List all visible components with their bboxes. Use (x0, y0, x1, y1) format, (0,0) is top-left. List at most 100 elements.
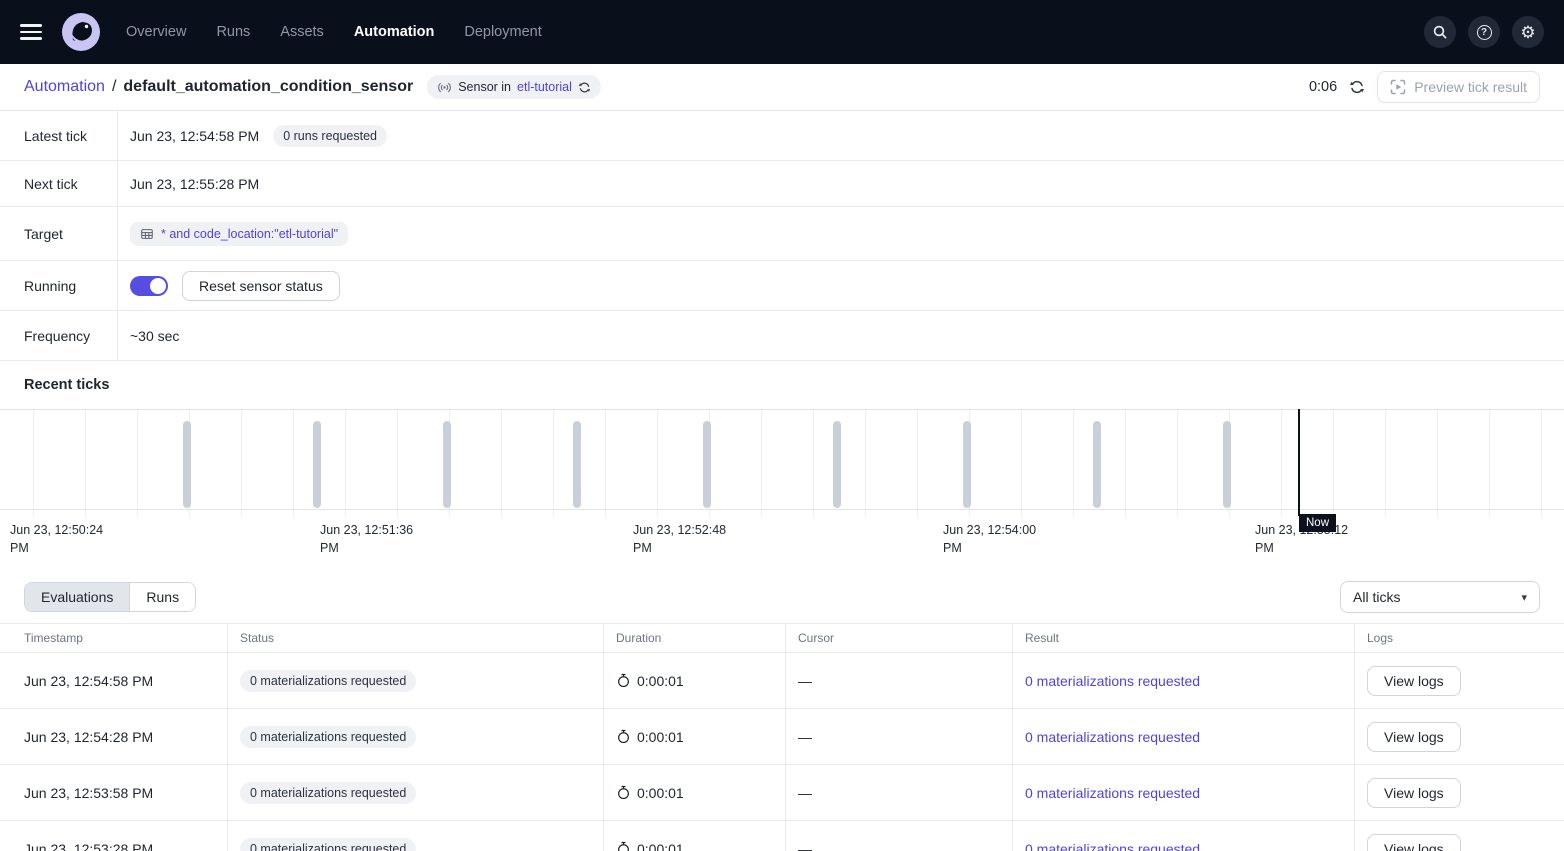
ticks-table: Timestamp Status Duration Cursor Result … (0, 623, 1564, 851)
recent-ticks-timeline: Now Jun 23, 12:50:24 PMJun 23, 12:51:36 … (0, 409, 1564, 557)
timeline-gridline (501, 409, 502, 517)
timeline-gridline (917, 409, 918, 517)
latest-tick-label: Latest tick (0, 111, 118, 160)
table-row: Jun 23, 12:54:58 PM 0 materializations r… (0, 653, 1564, 709)
nav-item-overview[interactable]: Overview (126, 24, 186, 40)
next-tick-value: Jun 23, 12:55:28 PM (130, 176, 259, 192)
sensor-location-badge: Sensor in etl-tutorial (427, 75, 601, 99)
stopwatch-icon (616, 785, 631, 800)
timeline-gridline (605, 409, 606, 517)
timeline-gridline (1333, 409, 1334, 517)
tick-bar[interactable] (443, 421, 451, 508)
timeline-gridline (241, 409, 242, 517)
timeline-gridline (1541, 409, 1542, 517)
breadcrumb-separator: / (112, 78, 116, 96)
target-selection-chip[interactable]: * and code_location:"etl-tutorial" (130, 222, 348, 246)
view-logs-button[interactable]: View logs (1367, 834, 1461, 851)
tick-bar[interactable] (963, 421, 971, 508)
col-header-timestamp: Timestamp (0, 624, 228, 652)
tab-runs[interactable]: Runs (129, 583, 195, 611)
asset-table-icon (140, 227, 154, 241)
menu-hamburger-icon[interactable] (20, 18, 48, 46)
view-logs-button[interactable]: View logs (1367, 778, 1461, 808)
detail-row-next-tick: Next tick Jun 23, 12:55:28 PM (0, 161, 1564, 207)
stopwatch-icon (616, 673, 631, 688)
tick-result-link[interactable]: 0 materializations requested (1025, 785, 1200, 801)
timeline-gridline (1073, 409, 1074, 517)
view-logs-button[interactable]: View logs (1367, 722, 1461, 752)
help-icon[interactable]: ? (1468, 16, 1500, 48)
timeline-gridline (1177, 409, 1178, 517)
preview-button-label: Preview tick result (1414, 79, 1527, 95)
sensor-details: Latest tick Jun 23, 12:54:58 PM 0 runs r… (0, 111, 1564, 361)
tick-bar[interactable] (183, 421, 191, 508)
tick-bar[interactable] (1223, 421, 1231, 508)
timeline-gridline (1385, 409, 1386, 517)
top-nav: Overview Runs Assets Automation Deployme… (0, 0, 1564, 64)
timeline-gridline (553, 409, 554, 517)
tick-duration: 0:00:01 (637, 785, 684, 801)
tick-filter-dropdown[interactable]: All ticks ▾ (1340, 581, 1540, 613)
table-header-row: Timestamp Status Duration Cursor Result … (0, 624, 1564, 653)
breadcrumb-automation-link[interactable]: Automation (24, 78, 105, 96)
timeline-gridline (1281, 409, 1282, 517)
tick-result-link[interactable]: 0 materializations requested (1025, 673, 1200, 689)
timeline-gridline (761, 409, 762, 517)
search-icon[interactable] (1424, 16, 1456, 48)
reset-sensor-status-button[interactable]: Reset sensor status (182, 271, 340, 301)
reload-sensor-icon[interactable] (578, 81, 591, 94)
tab-evaluations[interactable]: Evaluations (25, 583, 129, 611)
tick-bar[interactable] (313, 421, 321, 508)
timeline-gridline (293, 409, 294, 517)
tick-duration: 0:00:01 (637, 673, 684, 689)
tick-result-link[interactable]: 0 materializations requested (1025, 841, 1200, 851)
code-location-link[interactable]: etl-tutorial (517, 80, 572, 94)
nav-item-assets[interactable]: Assets (280, 24, 324, 40)
now-marker-line (1298, 409, 1300, 516)
tick-cursor: — (786, 709, 1013, 764)
nav-item-runs[interactable]: Runs (216, 24, 250, 40)
primary-nav: Overview Runs Assets Automation Deployme… (126, 24, 542, 40)
nav-item-automation[interactable]: Automation (354, 24, 435, 40)
sensor-icon (437, 80, 452, 95)
breadcrumb-bar: Automation / default_automation_conditio… (0, 64, 1564, 111)
refresh-icon[interactable] (1349, 79, 1365, 95)
tick-cursor: — (786, 821, 1013, 851)
col-header-logs: Logs (1355, 624, 1564, 652)
preview-tick-result-button[interactable]: Preview tick result (1377, 71, 1540, 103)
timeline-gridline (1437, 409, 1438, 517)
timeline-gridline (137, 409, 138, 517)
tick-result-link[interactable]: 0 materializations requested (1025, 729, 1200, 745)
running-toggle[interactable] (130, 276, 168, 296)
col-header-status: Status (228, 624, 604, 652)
detail-row-target: Target * and code_location:"etl-tutorial… (0, 207, 1564, 261)
tick-bar[interactable] (833, 421, 841, 508)
timeline-gridline (397, 409, 398, 517)
latest-tick-value: Jun 23, 12:54:58 PM (130, 128, 259, 144)
timeline-gridline (813, 409, 814, 517)
page-title: default_automation_condition_sensor (123, 78, 413, 96)
stopwatch-icon (616, 841, 631, 851)
preview-icon (1390, 79, 1406, 95)
target-selection-text: * and code_location:"etl-tutorial" (161, 227, 338, 241)
tick-status-badge: 0 materializations requested (240, 782, 416, 804)
next-tick-label: Next tick (0, 161, 118, 206)
timeline-top-border (0, 409, 1564, 410)
timeline-gridline (865, 409, 866, 517)
tick-bar[interactable] (573, 421, 581, 508)
tick-timestamp: Jun 23, 12:54:28 PM (0, 709, 228, 764)
runs-requested-badge: 0 runs requested (273, 125, 387, 147)
recent-ticks-heading: Recent ticks (24, 377, 1564, 394)
detail-row-frequency: Frequency ~30 sec (0, 311, 1564, 361)
tick-status-badge: 0 materializations requested (240, 726, 416, 748)
timeline-axis-label: Jun 23, 12:54:00 PM (943, 521, 1053, 557)
tick-cursor: — (786, 653, 1013, 708)
tick-bar[interactable] (703, 421, 711, 508)
nav-item-deployment[interactable]: Deployment (464, 24, 541, 40)
view-logs-button[interactable]: View logs (1367, 666, 1461, 696)
tick-duration: 0:00:01 (637, 841, 684, 851)
dagster-logo-icon[interactable] (62, 13, 100, 51)
settings-gear-icon[interactable]: ⚙ (1512, 16, 1544, 48)
tick-bar[interactable] (1093, 421, 1101, 508)
evaluations-toolbar: Evaluations Runs All ticks ▾ (0, 581, 1564, 613)
